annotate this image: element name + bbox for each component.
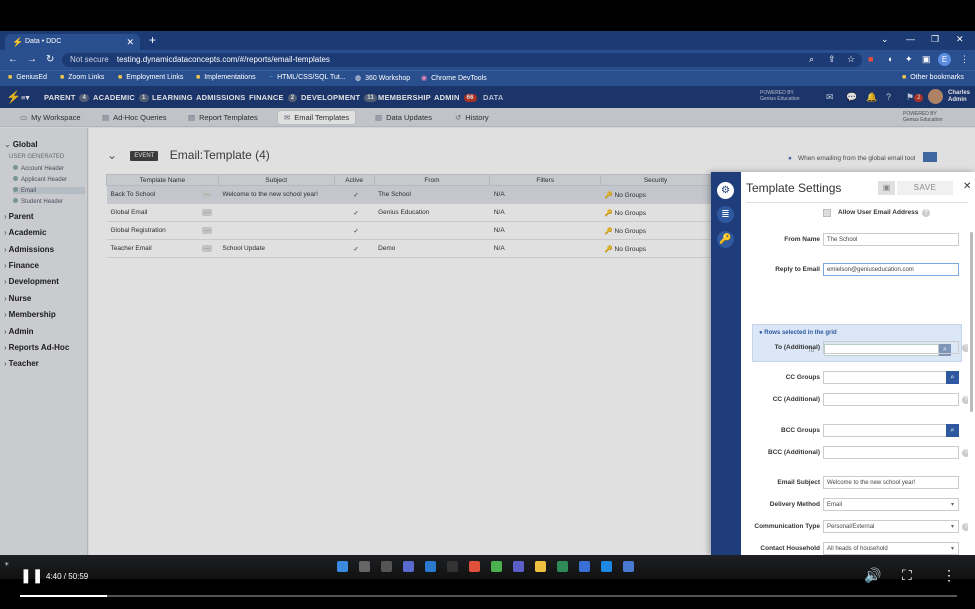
folder-icon: ■ (60, 74, 65, 81)
communication-type-label: Communication Type (754, 523, 820, 530)
delivery-method-select[interactable]: Email (823, 498, 959, 511)
cc-groups-field[interactable] (823, 371, 959, 384)
panel-body: Allow User Email Address ? From Name The… (746, 202, 968, 556)
pause-button[interactable]: ❚❚ (20, 567, 43, 584)
app-window: ⚡ Data • DDC ✕ + ⌄ — ❐ ✕ ← → ↻ Not secur… (0, 31, 975, 556)
video-progress-fill (20, 595, 108, 597)
bcc-additional-label: BCC (Additional) (768, 449, 820, 456)
contact-household-select[interactable]: All heads of household (823, 542, 959, 555)
delivery-method-label: Delivery Method (769, 501, 820, 508)
from-name-label: From Name (784, 236, 820, 243)
puzzle-icon[interactable]: ✦ (905, 54, 913, 65)
video-time: 4:40 / 50:59 (46, 572, 89, 581)
extension-icon[interactable]: ◐ (888, 54, 893, 64)
gear-icon[interactable]: ⚙ (717, 182, 734, 199)
bookmark-item[interactable]: ■ Implementations (196, 74, 256, 81)
link-icon: ~ (269, 74, 274, 81)
panel-title: Template Settings (746, 181, 842, 195)
bcc-groups-label: BCC Groups (781, 427, 820, 434)
help-icon[interactable]: ? (962, 344, 968, 352)
menu-icon[interactable]: ⋮ (960, 54, 969, 65)
save-button[interactable]: SAVE (897, 181, 953, 195)
cc-groups-label: CC Groups (785, 374, 820, 381)
fullscreen-icon[interactable]: ⛶ (902, 567, 912, 584)
bookmark-item[interactable]: ■ Employment Links (118, 74, 183, 81)
bookmark-item[interactable]: ■ Zoom Links (60, 74, 104, 81)
search-icon[interactable]: ⌕ (946, 371, 959, 384)
close-window-button[interactable]: ✕ (956, 34, 964, 45)
layers-icon[interactable]: ≣ (717, 206, 734, 223)
profile-avatar[interactable]: E (938, 53, 951, 66)
not-secure-label: Not secure (70, 55, 109, 64)
help-icon[interactable]: ? (962, 396, 968, 404)
help-icon[interactable]: ? (962, 523, 968, 531)
new-tab-button[interactable]: + (149, 33, 156, 47)
zoom-icon[interactable]: ⌕ (809, 54, 814, 65)
cc-additional-label: CC (Additional) (772, 396, 820, 403)
chevron-down-icon[interactable]: ⌄ (881, 34, 889, 45)
reload-button[interactable]: ↻ (46, 54, 54, 65)
help-icon[interactable]: ? (922, 209, 931, 217)
email-subject-field[interactable]: Welcome to the new school year! (823, 476, 959, 489)
reply-to-field[interactable]: emielson@geniuseducation.com (823, 263, 959, 276)
allow-user-email-label: Allow User Email Address ? (838, 209, 931, 217)
bookmarks-bar: ■ GeniusEd ■ Zoom Links ■ Employment Links … (0, 70, 975, 86)
contact-household-label: Contact Household (760, 545, 820, 552)
chrome-icon: ◉ (421, 75, 428, 82)
from-name-field[interactable]: The School (823, 233, 959, 246)
tab-bar: ⚡ Data • DDC ✕ + ⌄ — ❐ ✕ (0, 31, 975, 50)
sidepanel-icon[interactable]: ▣ (922, 54, 931, 65)
allow-user-email-checkbox[interactable] (823, 209, 831, 217)
template-settings-panel: ⚙ ≣ 🔑 Template Settings ▣ SAVE ✕ Allow U… (711, 172, 975, 556)
bookmark-item[interactable]: ◍ 360 Workshop (355, 74, 410, 82)
bcc-groups-field[interactable] (823, 424, 959, 437)
close-tab-icon[interactable]: ✕ (126, 37, 134, 48)
cc-additional-field[interactable] (823, 393, 959, 406)
star-icon[interactable]: ☆ (847, 54, 855, 65)
search-icon[interactable]: ⌕ (946, 424, 959, 437)
folder-icon: ■ (8, 74, 13, 81)
share-icon[interactable]: ⇪ (828, 54, 836, 65)
help-icon[interactable]: ? (962, 449, 968, 457)
folder-icon: ■ (902, 74, 907, 81)
maximize-button[interactable]: ❐ (931, 34, 939, 45)
key-icon[interactable]: 🔑 (717, 231, 734, 248)
bookmark-item[interactable]: ◉ Chrome DevTools (421, 74, 487, 82)
extension-icon[interactable]: ■ (868, 54, 873, 64)
other-bookmarks[interactable]: ■ Other bookmarks (902, 74, 964, 81)
email-subject-label: Email Subject (777, 479, 820, 486)
globe-icon: ◍ (355, 75, 362, 82)
bookmark-item[interactable]: ~ HTML/CSS/SQL Tut... (269, 74, 346, 81)
to-additional-field[interactable] (823, 341, 959, 354)
minimize-button[interactable]: — (906, 34, 915, 44)
folder-icon: ■ (118, 74, 123, 81)
panel-scrollbar[interactable] (970, 232, 973, 412)
video-progress-track[interactable] (20, 595, 957, 597)
url-input[interactable]: Not secure testing.dynamicdataconcepts.c… (62, 53, 862, 67)
close-icon[interactable]: ✕ (963, 181, 971, 192)
communication-type-select[interactable]: Personal/External (823, 520, 959, 533)
bookmark-item[interactable]: ■ GeniusEd (8, 74, 47, 81)
lightning-icon: ⚡ (12, 37, 24, 47)
bcc-additional-field[interactable] (823, 446, 959, 459)
reply-to-label: Reply to Email (775, 266, 820, 273)
more-options-icon[interactable]: ⋮ (942, 567, 956, 584)
forward-button[interactable]: → (27, 54, 37, 65)
panel-icon-strip: ⚙ ≣ 🔑 (711, 172, 741, 556)
browser-tab[interactable]: ⚡ Data • DDC ✕ (5, 34, 140, 50)
address-bar-row: ← → ↻ Not secure testing.dynamicdataconc… (0, 50, 975, 70)
video-controls (0, 560, 975, 609)
save-disk-icon[interactable]: ▣ (878, 181, 895, 195)
rows-selected-text: ● Rows selected in the grid (759, 330, 837, 336)
tab-title: Data • DDC (25, 38, 62, 45)
back-button[interactable]: ← (8, 54, 18, 65)
url-text: testing.dynamicdataconcepts.com/#/report… (116, 55, 330, 64)
volume-icon[interactable]: 🔊 (864, 567, 881, 584)
to-additional-label: To (Additional) (774, 344, 820, 351)
folder-icon: ■ (196, 74, 201, 81)
